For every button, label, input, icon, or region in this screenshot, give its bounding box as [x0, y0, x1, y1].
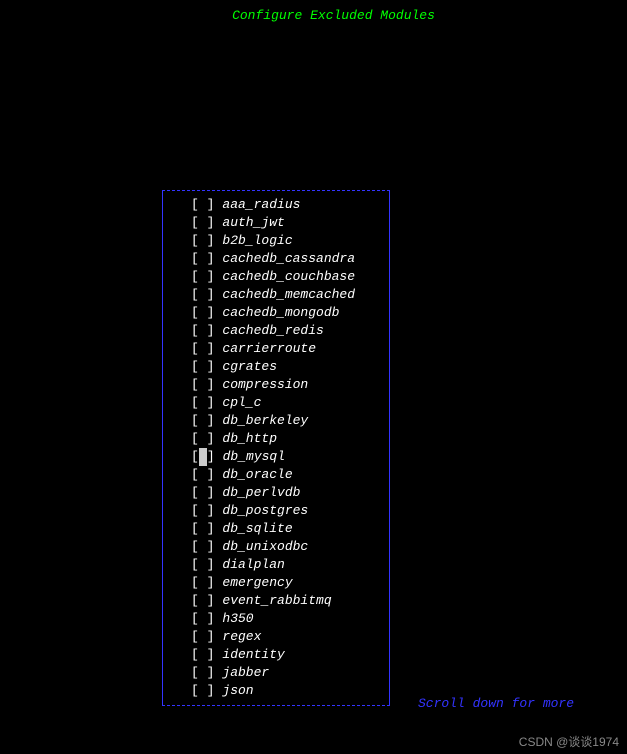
module-row[interactable]: [ ] db_perlvdb: [163, 484, 389, 502]
module-checkbox[interactable]: [ ]: [191, 466, 214, 484]
module-name: db_oracle: [222, 466, 375, 484]
module-name: h350: [222, 610, 375, 628]
module-row[interactable]: [ ] db_berkeley: [163, 412, 389, 430]
module-row[interactable]: [ ] db_http: [163, 430, 389, 448]
module-row[interactable]: [ ] emergency: [163, 574, 389, 592]
module-row[interactable]: [ ] compression: [163, 376, 389, 394]
module-checkbox[interactable]: [ ]: [191, 592, 214, 610]
module-list[interactable]: [ ] aaa_radius [ ] auth_jwt [ ] b2b_logic [ ] c…: [163, 191, 389, 705]
module-name: cachedb_mongodb: [222, 304, 375, 322]
module-checkbox[interactable]: [ ]: [191, 304, 214, 322]
module-checkbox[interactable]: [ ]: [191, 538, 214, 556]
module-checkbox[interactable]: [ ]: [191, 214, 214, 232]
module-name: aaa_radius: [222, 196, 375, 214]
module-row[interactable]: [ ] db_mysql: [163, 448, 389, 466]
module-name: cachedb_cassandra: [222, 250, 375, 268]
module-row[interactable]: [ ] cachedb_mongodb: [163, 304, 389, 322]
module-checkbox[interactable]: [ ]: [191, 448, 215, 466]
module-row[interactable]: [ ] identity: [163, 646, 389, 664]
module-row[interactable]: [ ] db_sqlite: [163, 520, 389, 538]
module-row[interactable]: [ ] cachedb_redis: [163, 322, 389, 340]
module-name: jabber: [222, 664, 375, 682]
module-name: emergency: [222, 574, 375, 592]
module-row[interactable]: [ ] cgrates: [163, 358, 389, 376]
module-name: cachedb_redis: [222, 322, 375, 340]
module-checkbox[interactable]: [ ]: [191, 394, 214, 412]
module-row[interactable]: [ ] cachedb_cassandra: [163, 250, 389, 268]
dialog-title: Configure Excluded Modules: [0, 0, 627, 23]
scroll-hint: Scroll down for more: [418, 696, 574, 711]
module-checkbox[interactable]: [ ]: [191, 484, 214, 502]
module-name: cpl_c: [222, 394, 375, 412]
module-list-box: [ ] aaa_radius [ ] auth_jwt [ ] b2b_logic [ ] c…: [162, 190, 390, 706]
module-row[interactable]: [ ] event_rabbitmq: [163, 592, 389, 610]
module-row[interactable]: [ ] b2b_logic: [163, 232, 389, 250]
module-name: compression: [222, 376, 375, 394]
module-checkbox[interactable]: [ ]: [191, 664, 214, 682]
module-name: event_rabbitmq: [222, 592, 375, 610]
module-row[interactable]: [ ] cachedb_memcached: [163, 286, 389, 304]
module-name: cachedb_couchbase: [222, 268, 375, 286]
module-row[interactable]: [ ] json: [163, 682, 389, 700]
module-row[interactable]: [ ] auth_jwt: [163, 214, 389, 232]
module-row[interactable]: [ ] dialplan: [163, 556, 389, 574]
module-name: db_http: [222, 430, 375, 448]
module-checkbox[interactable]: [ ]: [191, 340, 214, 358]
module-checkbox[interactable]: [ ]: [191, 502, 214, 520]
module-checkbox[interactable]: [ ]: [191, 430, 214, 448]
module-name: db_mysql: [223, 448, 375, 466]
module-name: db_postgres: [222, 502, 375, 520]
module-name: db_unixodbc: [222, 538, 375, 556]
module-row[interactable]: [ ] db_postgres: [163, 502, 389, 520]
module-name: cachedb_memcached: [222, 286, 375, 304]
watermark: CSDN @谈谈1974: [519, 733, 619, 750]
module-checkbox[interactable]: [ ]: [191, 646, 214, 664]
module-name: b2b_logic: [222, 232, 375, 250]
module-row[interactable]: [ ] jabber: [163, 664, 389, 682]
module-name: db_berkeley: [222, 412, 375, 430]
module-row[interactable]: [ ] db_unixodbc: [163, 538, 389, 556]
module-row[interactable]: [ ] db_oracle: [163, 466, 389, 484]
module-checkbox[interactable]: [ ]: [191, 376, 214, 394]
module-name: auth_jwt: [222, 214, 375, 232]
module-checkbox[interactable]: [ ]: [191, 610, 214, 628]
module-name: dialplan: [222, 556, 375, 574]
module-checkbox[interactable]: [ ]: [191, 196, 214, 214]
module-checkbox[interactable]: [ ]: [191, 358, 214, 376]
module-name: cgrates: [222, 358, 375, 376]
module-checkbox[interactable]: [ ]: [191, 556, 214, 574]
module-name: identity: [222, 646, 375, 664]
module-checkbox[interactable]: [ ]: [191, 574, 214, 592]
module-name: carrierroute: [222, 340, 375, 358]
module-checkbox[interactable]: [ ]: [191, 520, 214, 538]
module-checkbox[interactable]: [ ]: [191, 232, 214, 250]
module-row[interactable]: [ ] aaa_radius: [163, 196, 389, 214]
module-checkbox[interactable]: [ ]: [191, 268, 214, 286]
module-name: db_sqlite: [222, 520, 375, 538]
module-checkbox[interactable]: [ ]: [191, 322, 214, 340]
module-row[interactable]: [ ] cachedb_couchbase: [163, 268, 389, 286]
module-checkbox[interactable]: [ ]: [191, 412, 214, 430]
module-checkbox[interactable]: [ ]: [191, 628, 214, 646]
module-checkbox[interactable]: [ ]: [191, 286, 214, 304]
module-row[interactable]: [ ] h350: [163, 610, 389, 628]
module-checkbox[interactable]: [ ]: [191, 250, 214, 268]
module-name: json: [222, 682, 375, 700]
module-row[interactable]: [ ] cpl_c: [163, 394, 389, 412]
module-row[interactable]: [ ] carrierroute: [163, 340, 389, 358]
module-name: db_perlvdb: [222, 484, 375, 502]
module-row[interactable]: [ ] regex: [163, 628, 389, 646]
module-checkbox[interactable]: [ ]: [191, 682, 214, 700]
module-name: regex: [222, 628, 375, 646]
